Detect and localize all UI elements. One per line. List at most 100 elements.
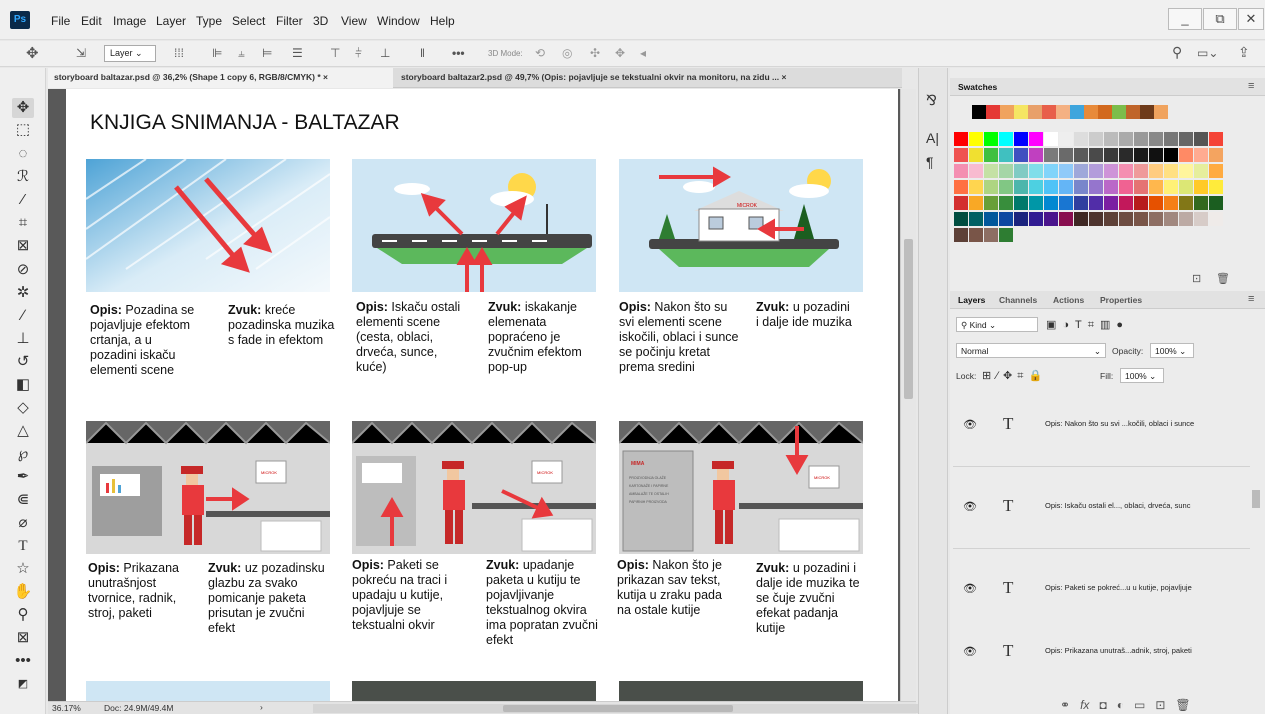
swatch[interactable] [1149, 164, 1163, 178]
swatch[interactable] [1084, 105, 1098, 119]
tab-storyboard-baltazar[interactable]: storyboard baltazar.psd @ 36,2% (Shape 1… [48, 68, 393, 88]
swatch[interactable] [1089, 132, 1103, 146]
layer-mask-icon[interactable]: ◘ [1099, 698, 1106, 712]
frame-tool-icon[interactable]: ⊠ [12, 236, 34, 256]
pen-tool-icon[interactable]: ✒ [12, 467, 34, 487]
swatch[interactable] [1074, 196, 1088, 210]
swatch[interactable] [1149, 212, 1163, 226]
swatch[interactable] [1029, 164, 1043, 178]
swatch[interactable] [1179, 164, 1193, 178]
panel-menu-icon[interactable]: ≡ [1248, 293, 1254, 305]
align-top-icon[interactable]: ⊤ [330, 46, 340, 60]
align-right-icon[interactable]: ⊨ [262, 46, 272, 60]
close-window-button[interactable]: ✕ [1238, 8, 1264, 30]
scroll-thumb[interactable] [503, 705, 733, 712]
blend-mode-dropdown[interactable]: Normal ⌄ [956, 343, 1106, 358]
swatch[interactable] [1154, 105, 1168, 119]
menu-help[interactable]: Help [430, 14, 455, 28]
swatch[interactable] [1059, 196, 1073, 210]
layer-row[interactable]: 👁 T Opis: Nakon što su svi ...kočili, ob… [953, 386, 1250, 467]
canvas-horizontal-scrollbar[interactable] [313, 704, 933, 713]
swatch[interactable] [1014, 212, 1028, 226]
3d-orbit-icon[interactable]: ⟲ [535, 46, 545, 60]
align-left-icon[interactable]: ⊫ [212, 46, 222, 60]
swatch[interactable] [1074, 212, 1088, 226]
swatch[interactable] [954, 132, 968, 146]
swatch[interactable] [1209, 148, 1223, 162]
swatch[interactable] [969, 228, 983, 242]
quick-selection-icon[interactable]: ℛ [12, 167, 34, 187]
swatch[interactable] [954, 164, 968, 178]
swatch[interactable] [1074, 132, 1088, 146]
swatch[interactable] [1194, 180, 1208, 194]
swatch[interactable] [1014, 148, 1028, 162]
swatch[interactable] [1134, 196, 1148, 210]
swatch[interactable] [1179, 148, 1193, 162]
scroll-thumb[interactable] [904, 239, 913, 399]
layer-name[interactable]: Opis: Paketi se pokreć...u u kutije, poj… [1045, 583, 1192, 592]
restore-button[interactable]: ⧉ [1203, 8, 1237, 30]
swatch[interactable] [969, 196, 983, 210]
crop-tool-icon[interactable]: ⌗ [12, 213, 34, 233]
fill-field[interactable]: 100% ⌄ [1120, 368, 1164, 383]
swatch[interactable] [1209, 212, 1223, 226]
swatch[interactable] [1134, 148, 1148, 162]
zoom-level[interactable]: 36.17% [52, 703, 81, 713]
swatch[interactable] [1104, 164, 1118, 178]
layer-style-icon[interactable]: fx [1080, 698, 1089, 712]
3d-slide-icon[interactable]: ✥ [615, 46, 625, 60]
zoom-tool-icon[interactable]: ⚲ [12, 605, 34, 625]
align-center-icon[interactable]: ⫨ [238, 46, 245, 61]
swatch[interactable] [1029, 148, 1043, 162]
swatch[interactable] [1074, 148, 1088, 162]
direct-selection-icon[interactable]: ⌀ [12, 513, 34, 533]
history-panel-icon[interactable]: ⅋ [926, 92, 937, 109]
swatch[interactable] [1089, 196, 1103, 210]
swatch[interactable] [1194, 148, 1208, 162]
swatch[interactable] [1029, 212, 1043, 226]
swatch[interactable] [1059, 132, 1073, 146]
layer-name[interactable]: Opis: Prikazana unutraš...adnik, stroj, … [1045, 646, 1192, 655]
swatch[interactable] [1089, 164, 1103, 178]
swatch[interactable] [1029, 132, 1043, 146]
hand-tool-icon[interactable]: ✋ [12, 582, 34, 602]
visibility-eye-icon[interactable]: 👁 [963, 645, 977, 658]
lock-icons[interactable]: ⊞∕✥⌗🔒 [982, 369, 1047, 383]
marquee-tool-icon[interactable]: ⬚ [12, 120, 34, 140]
swatch[interactable] [1140, 105, 1154, 119]
history-brush-icon[interactable]: ↺ [12, 352, 34, 372]
swatch[interactable] [1044, 212, 1058, 226]
color-swatch-icon[interactable]: ◩ [12, 674, 34, 694]
opacity-field[interactable]: 100% ⌄ [1150, 343, 1194, 358]
menu-type[interactable]: Type [196, 14, 222, 28]
swatch[interactable] [1179, 196, 1193, 210]
delete-layer-icon[interactable]: 🗑 [1175, 698, 1190, 712]
swatch[interactable] [954, 196, 968, 210]
menu-select[interactable]: Select [232, 14, 265, 28]
type-tool-icon[interactable]: T [12, 536, 34, 556]
swatch[interactable] [1044, 132, 1058, 146]
swatch[interactable] [1044, 180, 1058, 194]
swatch[interactable] [1074, 164, 1088, 178]
delete-swatch-icon[interactable]: 🗑 [1216, 272, 1230, 285]
swatch[interactable] [1059, 164, 1073, 178]
swatch[interactable] [1134, 180, 1148, 194]
swatch[interactable] [972, 105, 986, 119]
swatch[interactable] [1028, 105, 1042, 119]
align-middle-icon[interactable]: ⫩ [355, 46, 362, 61]
swatch[interactable] [999, 164, 1013, 178]
tab-channels[interactable]: Channels [999, 295, 1037, 305]
swatch[interactable] [1179, 212, 1193, 226]
swatch[interactable] [986, 105, 1000, 119]
menu-filter[interactable]: Filter [276, 14, 303, 28]
swatch[interactable] [1098, 105, 1112, 119]
swatch[interactable] [999, 148, 1013, 162]
swatch[interactable] [1209, 164, 1223, 178]
gradient-tool-icon[interactable]: ◇ [12, 398, 34, 418]
tab-properties[interactable]: Properties [1100, 295, 1142, 305]
distribute-vertical-icon[interactable]: ‖ [420, 46, 425, 60]
swatch[interactable] [999, 212, 1013, 226]
swatch[interactable] [1014, 164, 1028, 178]
swatch[interactable] [1209, 132, 1223, 146]
swatch[interactable] [1164, 132, 1178, 146]
